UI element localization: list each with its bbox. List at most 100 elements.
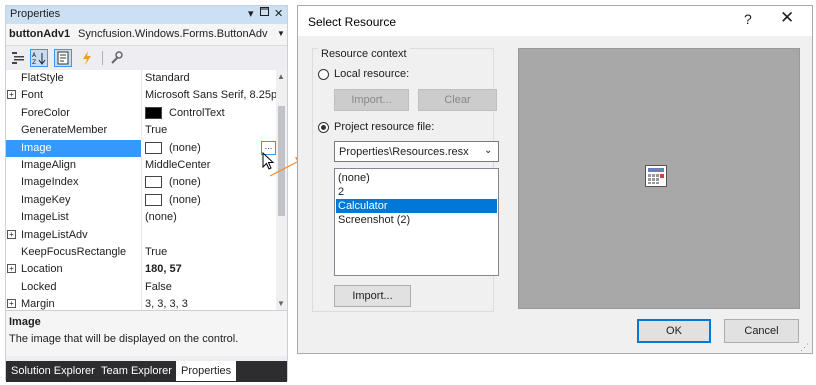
properties-title: Properties bbox=[10, 8, 61, 20]
property-value[interactable]: (none) bbox=[145, 211, 276, 223]
property-row-margin[interactable]: + Margin 3, 3, 3, 3 bbox=[6, 296, 276, 310]
expand-icon[interactable]: + bbox=[7, 299, 16, 309]
local-resource-radio[interactable] bbox=[318, 69, 329, 80]
svg-text:A: A bbox=[32, 52, 37, 59]
list-item[interactable]: Screenshot (2) bbox=[336, 213, 497, 227]
dialog-title-bar: Select Resource ? ✕ bbox=[298, 6, 812, 36]
property-name: Margin bbox=[21, 298, 55, 310]
property-name: Locked bbox=[21, 280, 57, 293]
tab-properties[interactable]: Properties bbox=[176, 361, 237, 381]
dialog-title: Select Resource bbox=[308, 15, 397, 29]
import-project-button[interactable]: Import... bbox=[334, 285, 411, 307]
property-value[interactable]: Standard bbox=[145, 72, 276, 84]
property-row-image[interactable]: Image (none) bbox=[6, 139, 276, 157]
property-name: GenerateMember bbox=[21, 124, 108, 137]
list-item[interactable]: Calculator bbox=[336, 199, 497, 213]
property-row-imagelist[interactable]: ImageList (none) bbox=[6, 209, 276, 227]
property-value[interactable]: 180, 57 bbox=[145, 263, 276, 275]
toolbar-separator bbox=[102, 51, 103, 65]
property-grid: FlatStyle Standard + Font Microsoft Sans… bbox=[6, 70, 287, 310]
property-value[interactable]: (none) bbox=[169, 194, 287, 206]
property-name: ImageAlign bbox=[21, 159, 77, 171]
ok-button[interactable]: OK bbox=[637, 319, 711, 343]
close-icon[interactable]: ✕ bbox=[274, 7, 283, 20]
image-swatch bbox=[145, 176, 162, 189]
bottom-tab-strip: Solution Explorer Team Explorer Properti… bbox=[6, 361, 287, 382]
svg-text:Z: Z bbox=[32, 59, 36, 65]
select-resource-dialog: Select Resource ? ✕ Resource context Loc… bbox=[297, 5, 813, 354]
property-row-keepfocusrectangle[interactable]: KeepFocusRectangle True bbox=[6, 244, 276, 262]
property-row-locked[interactable]: Locked False bbox=[6, 278, 276, 297]
property-name: Location bbox=[21, 263, 63, 276]
calculator-icon bbox=[645, 165, 667, 187]
property-name: ImageIndex bbox=[21, 176, 79, 189]
chevron-down-icon[interactable]: ▼ bbox=[277, 29, 285, 38]
project-resource-label: Project resource file: bbox=[334, 121, 435, 133]
events-icon[interactable] bbox=[78, 49, 96, 67]
expand-icon[interactable]: + bbox=[7, 90, 16, 100]
dropdown-icon[interactable]: ▾ bbox=[248, 7, 254, 20]
close-button[interactable]: ✕ bbox=[780, 8, 794, 28]
tab-team-explorer[interactable]: Team Explorer bbox=[96, 361, 177, 381]
property-row-font[interactable]: + Font Microsoft Sans Serif, 8.25pt bbox=[6, 87, 276, 105]
project-resource-radio[interactable] bbox=[318, 122, 329, 133]
import-local-button[interactable]: Import... bbox=[334, 89, 409, 111]
object-selector[interactable]: buttonAdv1 Syncfusion.Windows.Forms.Butt… bbox=[6, 24, 287, 46]
property-value[interactable]: Microsoft Sans Serif, 8.25pt bbox=[145, 89, 276, 101]
property-row-imagekey[interactable]: ImageKey (none) bbox=[6, 191, 276, 210]
property-row-imagealign[interactable]: ImageAlign MiddleCenter bbox=[6, 157, 276, 175]
resource-file-value: Properties\Resources.resx bbox=[339, 146, 469, 158]
scroll-down-icon[interactable]: ▼ bbox=[277, 299, 285, 308]
property-row-flatstyle[interactable]: FlatStyle Standard bbox=[6, 70, 276, 88]
tab-solution-explorer[interactable]: Solution Explorer bbox=[6, 361, 100, 381]
properties-icon[interactable] bbox=[54, 49, 72, 67]
property-value[interactable]: 3, 3, 3, 3 bbox=[145, 298, 276, 310]
resize-grip-icon[interactable]: ⋰ bbox=[800, 342, 809, 353]
property-value[interactable]: MiddleCenter bbox=[145, 159, 276, 171]
property-name: KeepFocusRectangle bbox=[21, 246, 127, 258]
description-pane: Image The image that will be displayed o… bbox=[6, 310, 287, 356]
properties-panel: Properties ▾ ✕ buttonAdv1 Syncfusion.Win… bbox=[5, 5, 288, 382]
property-row-location[interactable]: + Location 180, 57 bbox=[6, 261, 276, 279]
property-value[interactable]: False bbox=[145, 281, 276, 293]
image-swatch bbox=[145, 193, 162, 206]
property-row-forecolor[interactable]: ForeColor ControlText bbox=[6, 104, 276, 123]
help-button[interactable]: ? bbox=[744, 11, 752, 27]
resource-list[interactable]: (none) 2 Calculator Screenshot (2) bbox=[334, 168, 499, 276]
property-value[interactable]: ControlText bbox=[169, 107, 287, 119]
property-name: Image bbox=[21, 141, 52, 154]
group-label: Resource context bbox=[318, 48, 410, 60]
pin-icon[interactable] bbox=[260, 7, 269, 19]
description-text: The image that will be displayed on the … bbox=[9, 333, 239, 345]
property-name: ImageListAdv bbox=[21, 228, 88, 241]
properties-toolbar: AZ bbox=[6, 46, 287, 70]
property-name: FlatStyle bbox=[21, 72, 64, 84]
property-pages-icon[interactable] bbox=[107, 49, 125, 67]
alphabetical-icon[interactable]: AZ bbox=[30, 49, 48, 67]
property-name: ImageKey bbox=[21, 193, 71, 206]
object-type: Syncfusion.Windows.Forms.ButtonAdv bbox=[78, 28, 268, 40]
property-row-generatemember[interactable]: GenerateMember True bbox=[6, 122, 276, 140]
description-title: Image bbox=[9, 316, 41, 328]
property-name: ImageList bbox=[21, 211, 69, 224]
property-value[interactable]: True bbox=[145, 124, 276, 136]
clear-button[interactable]: Clear bbox=[418, 89, 497, 111]
image-swatch bbox=[145, 141, 162, 154]
property-value[interactable]: True bbox=[145, 246, 276, 258]
properties-title-bar: Properties ▾ ✕ bbox=[6, 6, 287, 24]
property-row-imageindex[interactable]: ImageIndex (none) bbox=[6, 174, 276, 192]
categorized-icon[interactable] bbox=[9, 49, 27, 67]
local-resource-label: Local resource: bbox=[334, 68, 410, 80]
property-name: ForeColor bbox=[21, 106, 70, 119]
cancel-button[interactable]: Cancel bbox=[724, 319, 799, 343]
property-row-imagelistadv[interactable]: + ImageListAdv bbox=[6, 226, 276, 244]
scroll-up-icon[interactable]: ▲ bbox=[277, 72, 285, 81]
color-swatch bbox=[145, 106, 162, 119]
list-item[interactable]: (none) bbox=[336, 171, 497, 185]
chevron-down-icon[interactable]: ⌄ bbox=[484, 145, 492, 156]
object-name: buttonAdv1 bbox=[9, 28, 71, 40]
resource-file-select[interactable]: Properties\Resources.resx ⌄ bbox=[334, 141, 499, 162]
expand-icon[interactable]: + bbox=[7, 264, 16, 274]
expand-icon[interactable]: + bbox=[7, 229, 16, 239]
list-item[interactable]: 2 bbox=[336, 185, 497, 199]
